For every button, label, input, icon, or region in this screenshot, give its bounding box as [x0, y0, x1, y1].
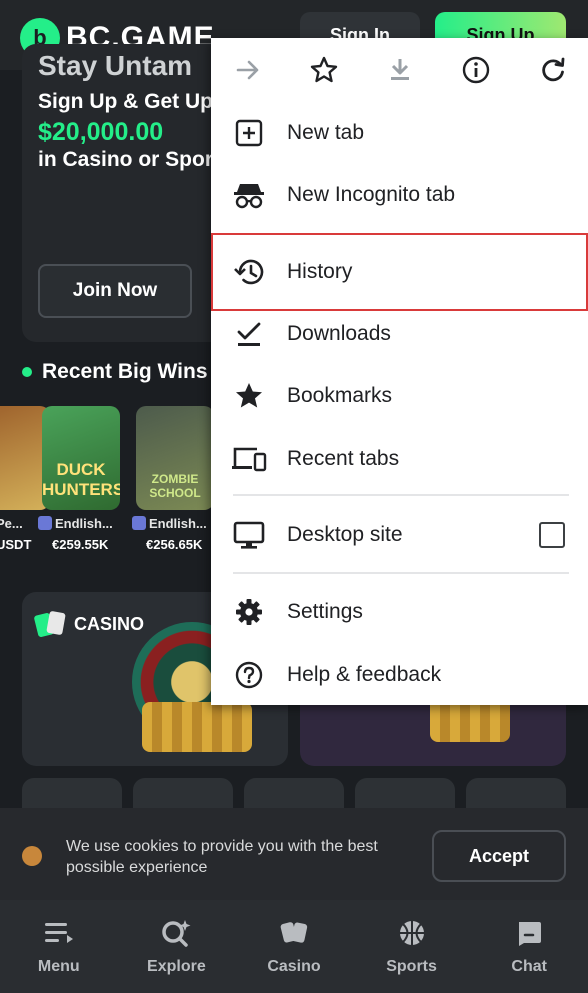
- game-card[interactable]: DUCK HUNTERS: [42, 406, 120, 510]
- menu-item-recent-tabs[interactable]: Recent tabs: [211, 428, 588, 490]
- menu-item-history[interactable]: History: [211, 241, 588, 303]
- menu-toolbar: [211, 38, 588, 102]
- nav-label: Sports: [386, 957, 437, 975]
- menu-item-downloads[interactable]: Downloads: [211, 303, 588, 365]
- menu-item-new-tab[interactable]: New tab: [211, 102, 588, 164]
- history-icon: [231, 254, 267, 290]
- win-user: Endlish...: [149, 516, 207, 531]
- basketball-icon: [397, 918, 427, 948]
- accept-cookies-button[interactable]: Accept: [432, 830, 566, 882]
- menu-divider: [233, 572, 569, 574]
- menu-item-desktop-site[interactable]: Desktop site: [211, 504, 588, 566]
- game-card-title: ZOMBIE SCHOOL: [149, 472, 201, 500]
- menu-item-bookmarks[interactable]: Bookmarks: [211, 365, 588, 427]
- game-card[interactable]: ZOMBIE SCHOOL: [136, 406, 214, 510]
- star-icon[interactable]: [306, 52, 342, 88]
- game-card-title: DUCK HUNTERS: [42, 460, 120, 499]
- desktop-site-checkbox[interactable]: [539, 522, 565, 548]
- win-user: Endlish...: [55, 516, 113, 531]
- menu-item-label: History: [287, 260, 353, 283]
- gear-icon: [231, 594, 267, 630]
- menu-item-label: Recent tabs: [287, 447, 400, 470]
- promo-amount: $20,000.00: [38, 118, 164, 146]
- chat-icon: [514, 918, 544, 948]
- menu-icon: [44, 918, 74, 948]
- refresh-icon[interactable]: [535, 52, 571, 88]
- explore-icon: [161, 918, 191, 948]
- cookie-banner: We use cookies to provide you with the b…: [0, 808, 588, 900]
- win-amount: €259.55K: [52, 537, 109, 552]
- nav-label: Menu: [37, 957, 80, 975]
- promo-line2: in Casino or Spor: [38, 148, 214, 171]
- coins-image: [142, 702, 252, 752]
- download-icon[interactable]: [382, 52, 418, 88]
- promo-title: Stay Untam: [38, 50, 193, 81]
- promo-banner: Stay Untam Sign Up & Get Up $20,000.00 i…: [22, 44, 242, 342]
- nav-chat[interactable]: Chat: [470, 900, 588, 993]
- menu-divider: [233, 494, 569, 496]
- browser-overflow-menu: New tab New Incognito tab History Downlo…: [211, 38, 588, 705]
- devices-icon: [231, 441, 267, 477]
- cards-icon: [33, 610, 66, 638]
- promo-line1: Sign Up & Get Up: [38, 90, 213, 113]
- help-icon: [231, 657, 267, 693]
- menu-item-help-feedback[interactable]: Help & feedback: [211, 644, 588, 706]
- nav-label: Explore: [147, 957, 206, 975]
- menu-item-label: Desktop site: [287, 523, 403, 546]
- menu-item-label: New Incognito tab: [287, 183, 456, 206]
- nav-menu[interactable]: Menu: [0, 900, 118, 993]
- forward-icon[interactable]: [230, 52, 266, 88]
- win-user-row: Endlish...: [38, 516, 113, 531]
- recent-wins-heading: Recent Big Wins: [22, 360, 208, 384]
- nav-label: Casino: [267, 957, 321, 975]
- win-amount: €256.65K: [146, 537, 203, 552]
- menu-item-label: Help & feedback: [287, 663, 442, 686]
- join-now-button[interactable]: Join Now: [38, 264, 192, 318]
- menu-item-label: Settings: [287, 600, 363, 623]
- cookie-icon: [22, 846, 42, 866]
- bottom-navigation: Menu Explore Casino Sports Chat: [0, 900, 588, 993]
- nav-sports[interactable]: Sports: [353, 900, 471, 993]
- downloads-icon: [231, 316, 267, 352]
- win-user-row: Endlish...: [132, 516, 207, 531]
- cookie-text: We use cookies to provide you with the b…: [66, 838, 378, 876]
- live-dot-icon: [22, 367, 32, 377]
- menu-item-new-incognito-tab[interactable]: New Incognito tab: [211, 164, 588, 226]
- recent-wins-title: Recent Big Wins: [42, 360, 208, 383]
- new-tab-icon: [231, 115, 267, 151]
- menu-item-label: Bookmarks: [287, 384, 393, 407]
- menu-item-settings[interactable]: Settings: [211, 581, 588, 643]
- casino-card-title: CASINO: [74, 613, 145, 634]
- nav-casino[interactable]: Casino: [235, 900, 353, 993]
- user-badge-icon: [132, 516, 146, 530]
- win-amount: USDT: [0, 537, 32, 552]
- incognito-icon: [231, 177, 267, 213]
- casino-card-label: CASINO: [33, 610, 145, 638]
- menu-item-label: New tab: [287, 121, 365, 144]
- user-badge-icon: [38, 516, 52, 530]
- info-icon[interactable]: [458, 52, 494, 88]
- nav-label: Chat: [511, 957, 547, 975]
- win-user: Pe...: [0, 516, 23, 531]
- menu-item-label: Downloads: [287, 322, 391, 345]
- desktop-icon: [231, 517, 267, 553]
- bookmark-star-icon: [231, 378, 267, 414]
- casino-cards-icon: [279, 918, 309, 948]
- nav-explore[interactable]: Explore: [118, 900, 236, 993]
